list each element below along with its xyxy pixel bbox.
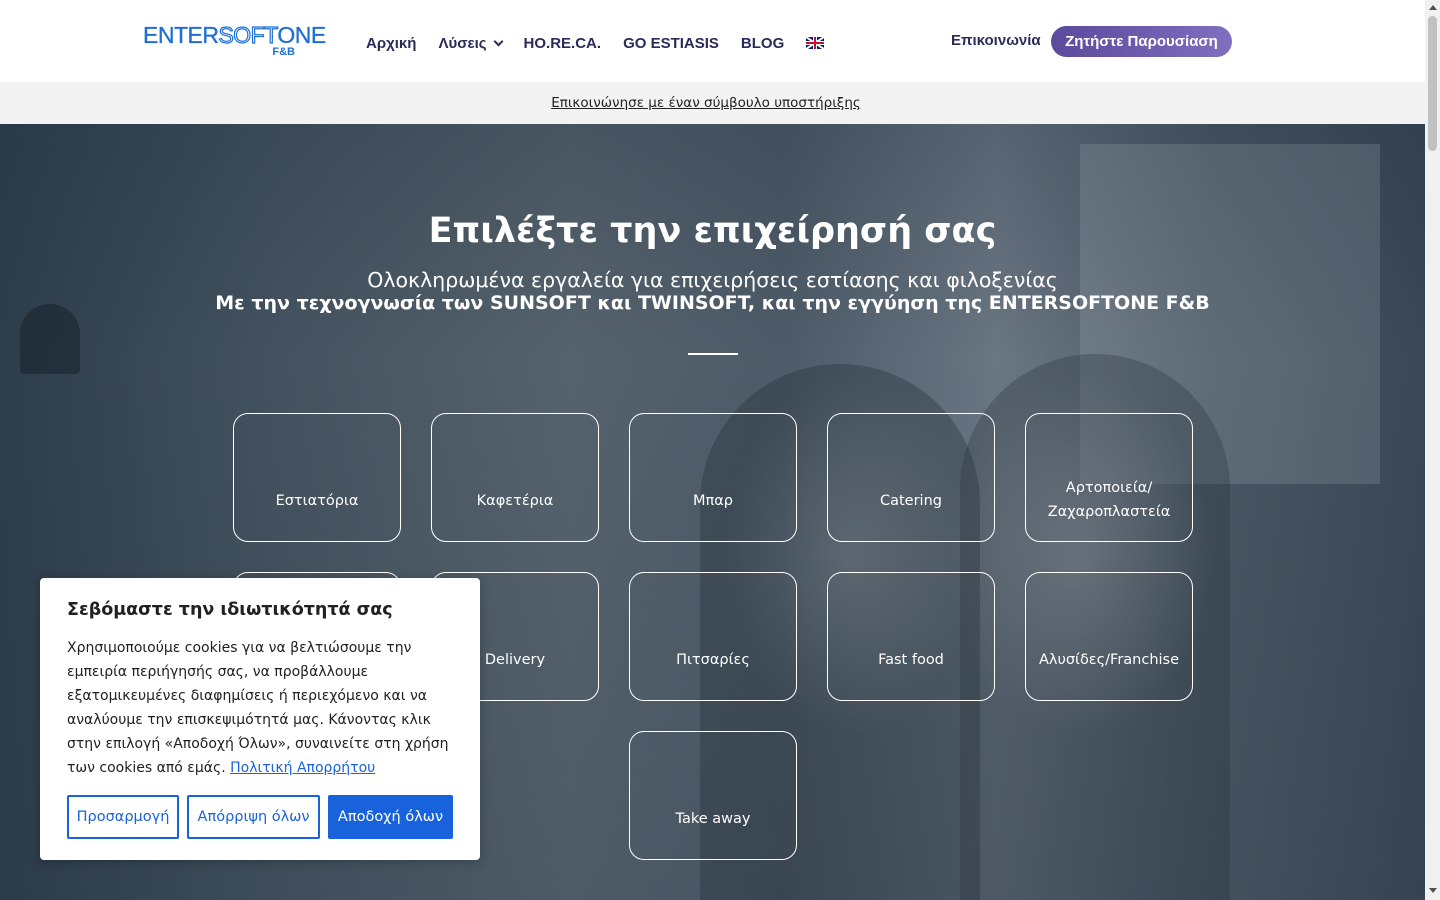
scroll-thumb[interactable] [1428, 16, 1437, 151]
accept-all-button[interactable]: Αποδοχή όλων [328, 795, 453, 839]
business-card-bar[interactable]: Μπαρ [629, 413, 797, 542]
site-header: ENTERSOFTONE F&B Αρχική Λύσεις HO.RE.CA.… [0, 0, 1425, 82]
reject-all-button[interactable]: Απόρριψη όλων [187, 795, 320, 839]
hero-subtitle: Ολοκληρωμένα εργαλεία για επιχειρήσεις ε… [367, 268, 1058, 292]
nav-item-solutions[interactable]: Λύσεις [438, 35, 503, 52]
customize-button[interactable]: Προσαρμογή [67, 795, 179, 839]
business-card-take-away[interactable]: Take away [629, 731, 797, 860]
business-card-chains-franchise[interactable]: Αλυσίδες/Franchise [1025, 572, 1193, 701]
business-card-catering[interactable]: Catering [827, 413, 995, 542]
divider [688, 353, 738, 355]
request-presentation-button[interactable]: Ζητήστε Παρουσίαση [1051, 26, 1232, 57]
cookie-title: Σεβόμαστε την ιδιωτικότητά σας [67, 600, 393, 620]
hero-subtitle-bold: Με την τεχνογνωσία των SUNSOFT και TWINS… [215, 292, 1210, 314]
cookie-consent-dialog: Σεβόμαστε την ιδιωτικότητά σας Χρησιμοπο… [40, 578, 480, 860]
business-card-bakeries[interactable]: Αρτοποιεία/ Ζαχαροπλαστεία [1025, 413, 1193, 542]
nav-item-blog[interactable]: BLOG [741, 35, 784, 52]
business-card-pizzerias[interactable]: Πιτσαρίες [629, 572, 797, 701]
main-nav: Αρχική Λύσεις HO.RE.CA. GO ESTIASIS BLOG [366, 33, 825, 53]
contact-link[interactable]: Επικοινωνία [951, 32, 1041, 49]
privacy-policy-link[interactable]: Πολιτική Απορρήτου [230, 760, 375, 776]
business-card-cafeteria[interactable]: Καφετέρια [431, 413, 599, 542]
hero-title: Επιλέξτε την επιχείρησή σας [428, 211, 997, 251]
support-bar: Επικοινώνησε με έναν σύμβουλο υποστήριξη… [0, 82, 1425, 124]
cookie-text: Χρησιμοποιούμε cookies για να βελτιώσουμ… [67, 640, 449, 776]
uk-flag-icon[interactable] [806, 37, 825, 49]
support-contact-link[interactable]: Επικοινώνησε με έναν σύμβουλο υποστήριξη… [551, 95, 861, 111]
page-scrollbar[interactable] [1425, 0, 1440, 900]
business-card-restaurants[interactable]: Εστιατόρια [233, 413, 401, 542]
nav-item-go-estiasis[interactable]: GO ESTIASIS [623, 35, 719, 52]
business-card-fast-food[interactable]: Fast food [827, 572, 995, 701]
scroll-down-arrow-icon[interactable] [1429, 888, 1437, 893]
chevron-down-icon [493, 36, 503, 46]
background-bell [20, 304, 80, 374]
nav-item-home[interactable]: Αρχική [366, 35, 416, 52]
entersoftone-logo[interactable]: ENTERSOFTONE F&B [143, 21, 327, 62]
nav-item-horeca[interactable]: HO.RE.CA. [524, 35, 602, 52]
scroll-up-arrow-icon[interactable] [1429, 5, 1437, 10]
